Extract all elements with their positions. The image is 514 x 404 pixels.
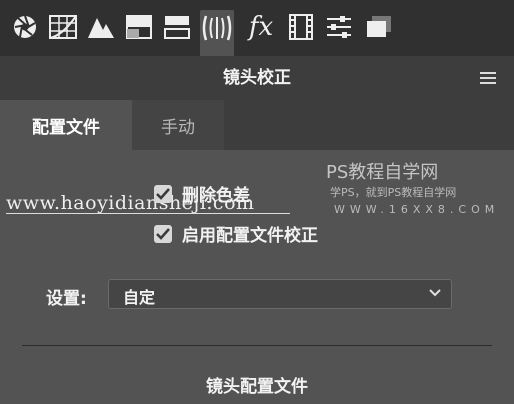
split-toning-icon[interactable] bbox=[122, 10, 156, 44]
chevron-down-icon bbox=[429, 289, 441, 297]
lens-correction-panel: fx 镜头校正 配置文件 手动 www.haoyidianshejì.com P… bbox=[0, 0, 514, 404]
enable-profile-corrections-checkbox[interactable] bbox=[154, 224, 172, 243]
enable-profile-corrections-label: 启用配置文件校正 bbox=[182, 226, 318, 246]
watermark-right-title: PS教程自学网 bbox=[326, 162, 439, 183]
film-strip-icon[interactable] bbox=[284, 10, 318, 44]
sliders-icon[interactable] bbox=[322, 10, 356, 44]
panel-menu-icon[interactable] bbox=[480, 69, 496, 84]
adjustment-toolbar: fx bbox=[0, 0, 514, 56]
section-divider bbox=[22, 345, 492, 346]
checkmark-icon bbox=[156, 187, 170, 200]
lens-profile-section-title[interactable]: 镜头配置文件 bbox=[0, 372, 514, 397]
setting-select-value: 自定 bbox=[123, 288, 156, 307]
watermark-underline bbox=[6, 213, 290, 214]
tone-curve-grid-icon[interactable] bbox=[46, 10, 80, 44]
setting-label: 设置: bbox=[46, 289, 87, 309]
checkmark-icon bbox=[156, 227, 170, 240]
aperture-icon[interactable] bbox=[8, 10, 42, 44]
panel-title: 镜头校正 bbox=[223, 68, 291, 88]
setting-select[interactable]: 自定 bbox=[108, 279, 452, 309]
watermark-right-url: WWW.16XX8.COM bbox=[334, 203, 500, 216]
enable-profile-corrections-option[interactable]: 启用配置文件校正 bbox=[154, 221, 318, 246]
watermark-right-subtitle: 学PS，就到PS教程自学网 bbox=[330, 186, 457, 199]
mountains-icon[interactable] bbox=[84, 10, 118, 44]
fx-icon[interactable]: fx bbox=[244, 10, 278, 44]
hsl-icon[interactable] bbox=[160, 10, 194, 44]
remove-chromatic-aberration-checkbox[interactable] bbox=[154, 184, 172, 203]
panel-header: 镜头校正 bbox=[0, 56, 514, 93]
presets-stack-icon[interactable] bbox=[362, 10, 396, 44]
panel-tabs: 配置文件 手动 bbox=[0, 92, 514, 150]
tab-profile[interactable]: 配置文件 bbox=[0, 100, 132, 150]
remove-chromatic-aberration-option[interactable]: 删除色差 bbox=[154, 181, 250, 206]
remove-chromatic-aberration-label: 删除色差 bbox=[182, 186, 250, 206]
lens-correction-icon[interactable] bbox=[200, 10, 234, 56]
tab-manual[interactable]: 手动 bbox=[132, 100, 224, 150]
